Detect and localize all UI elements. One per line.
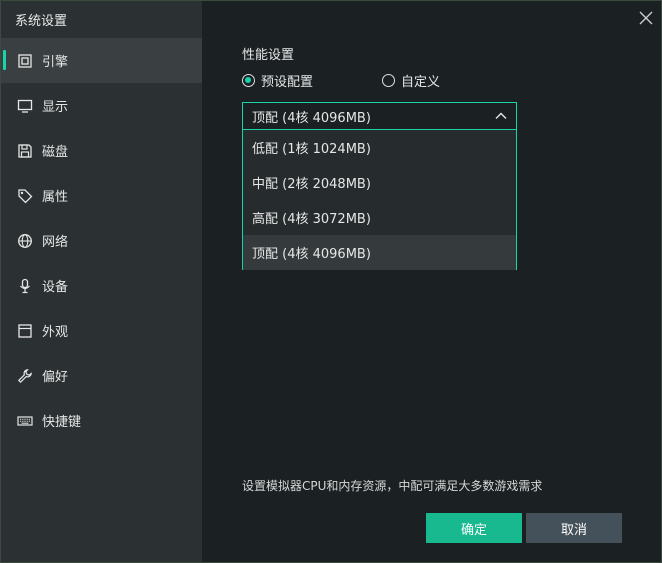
- chevron-up-icon: [495, 112, 507, 119]
- radio-custom-label: 自定义: [401, 75, 441, 90]
- sidebar-item-shortcuts[interactable]: 快捷键: [1, 398, 202, 443]
- section-title: 性能设置: [242, 48, 295, 63]
- close-button[interactable]: [637, 9, 655, 27]
- sidebar-item-label: 快捷键: [42, 415, 82, 430]
- sidebar-item-properties[interactable]: 属性: [1, 173, 202, 218]
- globe-icon: [16, 232, 34, 250]
- option-high[interactable]: 高配 (4核 3072MB): [243, 200, 516, 235]
- sidebar-item-label: 显示: [42, 100, 69, 115]
- window-icon: [16, 322, 34, 340]
- cancel-button[interactable]: 取消: [526, 513, 622, 543]
- sidebar-nav: 引擎 显示 磁盘 属性 网络 设备 外观 偏好 快捷键: [1, 38, 202, 443]
- sidebar: 系统设置 引擎 显示 磁盘 属性 网络 设备 外观 偏好 快捷键: [1, 1, 202, 562]
- sidebar-item-label: 磁盘: [42, 145, 69, 160]
- wrench-icon: [16, 367, 34, 385]
- radio-preset-label: 预设配置: [261, 75, 314, 90]
- radio-custom[interactable]: 自定义: [382, 71, 440, 90]
- sidebar-item-label: 偏好: [42, 370, 69, 385]
- keyboard-icon: [16, 412, 34, 430]
- sidebar-item-engine[interactable]: 引擎: [1, 38, 202, 83]
- ok-button[interactable]: 确定: [426, 513, 522, 543]
- sidebar-item-preferences[interactable]: 偏好: [1, 353, 202, 398]
- disk-icon: [16, 142, 34, 160]
- sidebar-item-network[interactable]: 网络: [1, 218, 202, 263]
- engine-icon: [16, 52, 34, 70]
- performance-dropdown: 低配 (1核 1024MB) 中配 (2核 2048MB) 高配 (4核 307…: [242, 130, 517, 270]
- sidebar-item-label: 网络: [42, 235, 69, 250]
- sidebar-item-display[interactable]: 显示: [1, 83, 202, 128]
- option-mid[interactable]: 中配 (2核 2048MB): [243, 165, 516, 200]
- radio-preset[interactable]: 预设配置: [242, 71, 313, 90]
- sidebar-item-disk[interactable]: 磁盘: [1, 128, 202, 173]
- monitor-icon: [16, 97, 34, 115]
- close-icon: [639, 11, 653, 25]
- sidebar-item-label: 属性: [42, 190, 69, 205]
- settings-window: 系统设置 引擎 显示 磁盘 属性 网络 设备 外观 偏好 快捷键 性能设置 预设…: [0, 0, 662, 563]
- hint-text: 设置模拟器CPU和内存资源，中配可满足大多数游戏需求: [242, 479, 543, 493]
- sidebar-item-appearance[interactable]: 外观: [1, 308, 202, 353]
- select-value: 顶配 (4核 4096MB): [252, 110, 371, 126]
- tag-icon: [16, 187, 34, 205]
- microphone-icon: [16, 277, 34, 295]
- sidebar-item-label: 外观: [42, 325, 69, 340]
- performance-select[interactable]: 顶配 (4核 4096MB): [242, 102, 517, 130]
- sidebar-item-label: 设备: [42, 280, 69, 295]
- option-top[interactable]: 顶配 (4核 4096MB): [243, 235, 516, 270]
- radio-checked-icon: [242, 74, 255, 87]
- option-low[interactable]: 低配 (1核 1024MB): [243, 130, 516, 165]
- window-title: 系统设置: [15, 14, 68, 29]
- sidebar-item-label: 引擎: [42, 55, 69, 70]
- radio-unchecked-icon: [382, 74, 395, 87]
- sidebar-item-device[interactable]: 设备: [1, 263, 202, 308]
